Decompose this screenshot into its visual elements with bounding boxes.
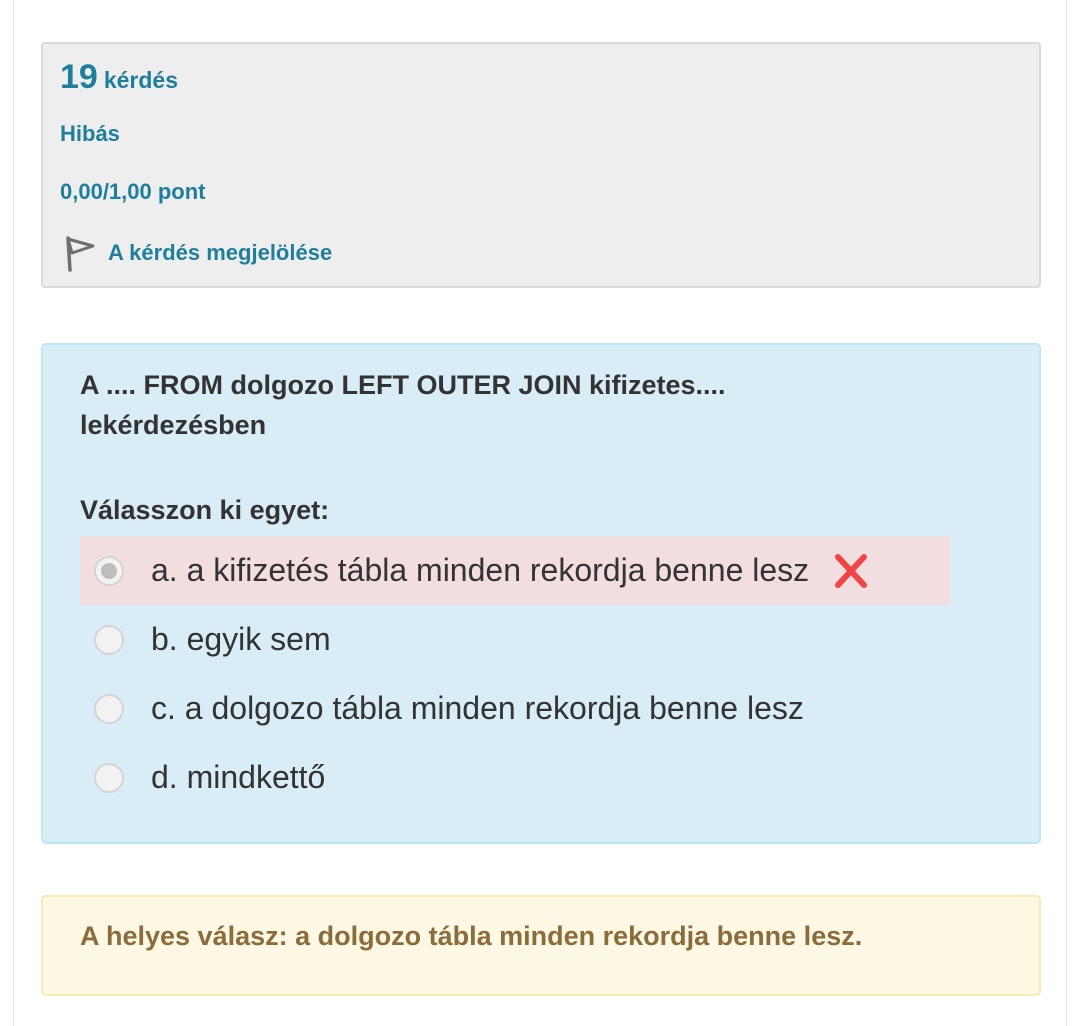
question-text: A .... FROM dolgozo LEFT OUTER JOIN kifi… <box>80 370 726 440</box>
answer-radio-d[interactable] <box>94 762 124 793</box>
page-border-right <box>1066 0 1067 1026</box>
answer-radio-c[interactable] <box>94 693 124 724</box>
answer-option-c[interactable]: c. a dolgozo tábla minden rekordja benne… <box>80 674 804 743</box>
feedback-panel: A helyes válasz: a dolgozo tábla minden … <box>41 895 1041 996</box>
question-number: 19 <box>60 58 98 96</box>
flag-question-link[interactable]: A kérdés megjelölése <box>62 234 332 272</box>
question-info-panel: 19 kérdés Hibás 0,00/1,00 pont A kérdés m… <box>41 42 1041 288</box>
question-state: Hibás <box>60 121 120 146</box>
question-grade: 0,00/1,00 pont <box>60 179 206 204</box>
question-number-heading: 19 kérdés <box>60 58 178 97</box>
answer-label-d: d. mindkettő <box>151 759 326 795</box>
answer-option-a[interactable]: a. a kifizetés tábla minden rekordja ben… <box>80 536 950 605</box>
answer-label-c: c. a dolgozo tábla minden rekordja benne… <box>151 690 804 726</box>
question-word: kérdés <box>103 67 178 93</box>
answer-radio-a[interactable] <box>94 555 124 586</box>
answer-label-b: b. egyik sem <box>151 621 331 657</box>
flag-icon <box>66 236 95 272</box>
answer-option-d[interactable]: d. mindkettő <box>80 743 325 812</box>
page-border-left <box>13 0 14 1026</box>
answer-option-b[interactable]: b. egyik sem <box>80 605 331 674</box>
question-content-panel: A .... FROM dolgozo LEFT OUTER JOIN kifi… <box>41 343 1041 844</box>
answer-prompt: Válasszon ki egyet: <box>80 495 330 525</box>
answer-label-a: a. a kifizetés tábla minden rekordja ben… <box>151 552 810 588</box>
flag-question-label: A kérdés megjelölése <box>108 240 333 265</box>
answer-radio-b[interactable] <box>94 624 124 655</box>
cross-icon <box>835 553 868 588</box>
right-answer-text: A helyes válasz: a dolgozo tábla minden … <box>80 921 863 951</box>
